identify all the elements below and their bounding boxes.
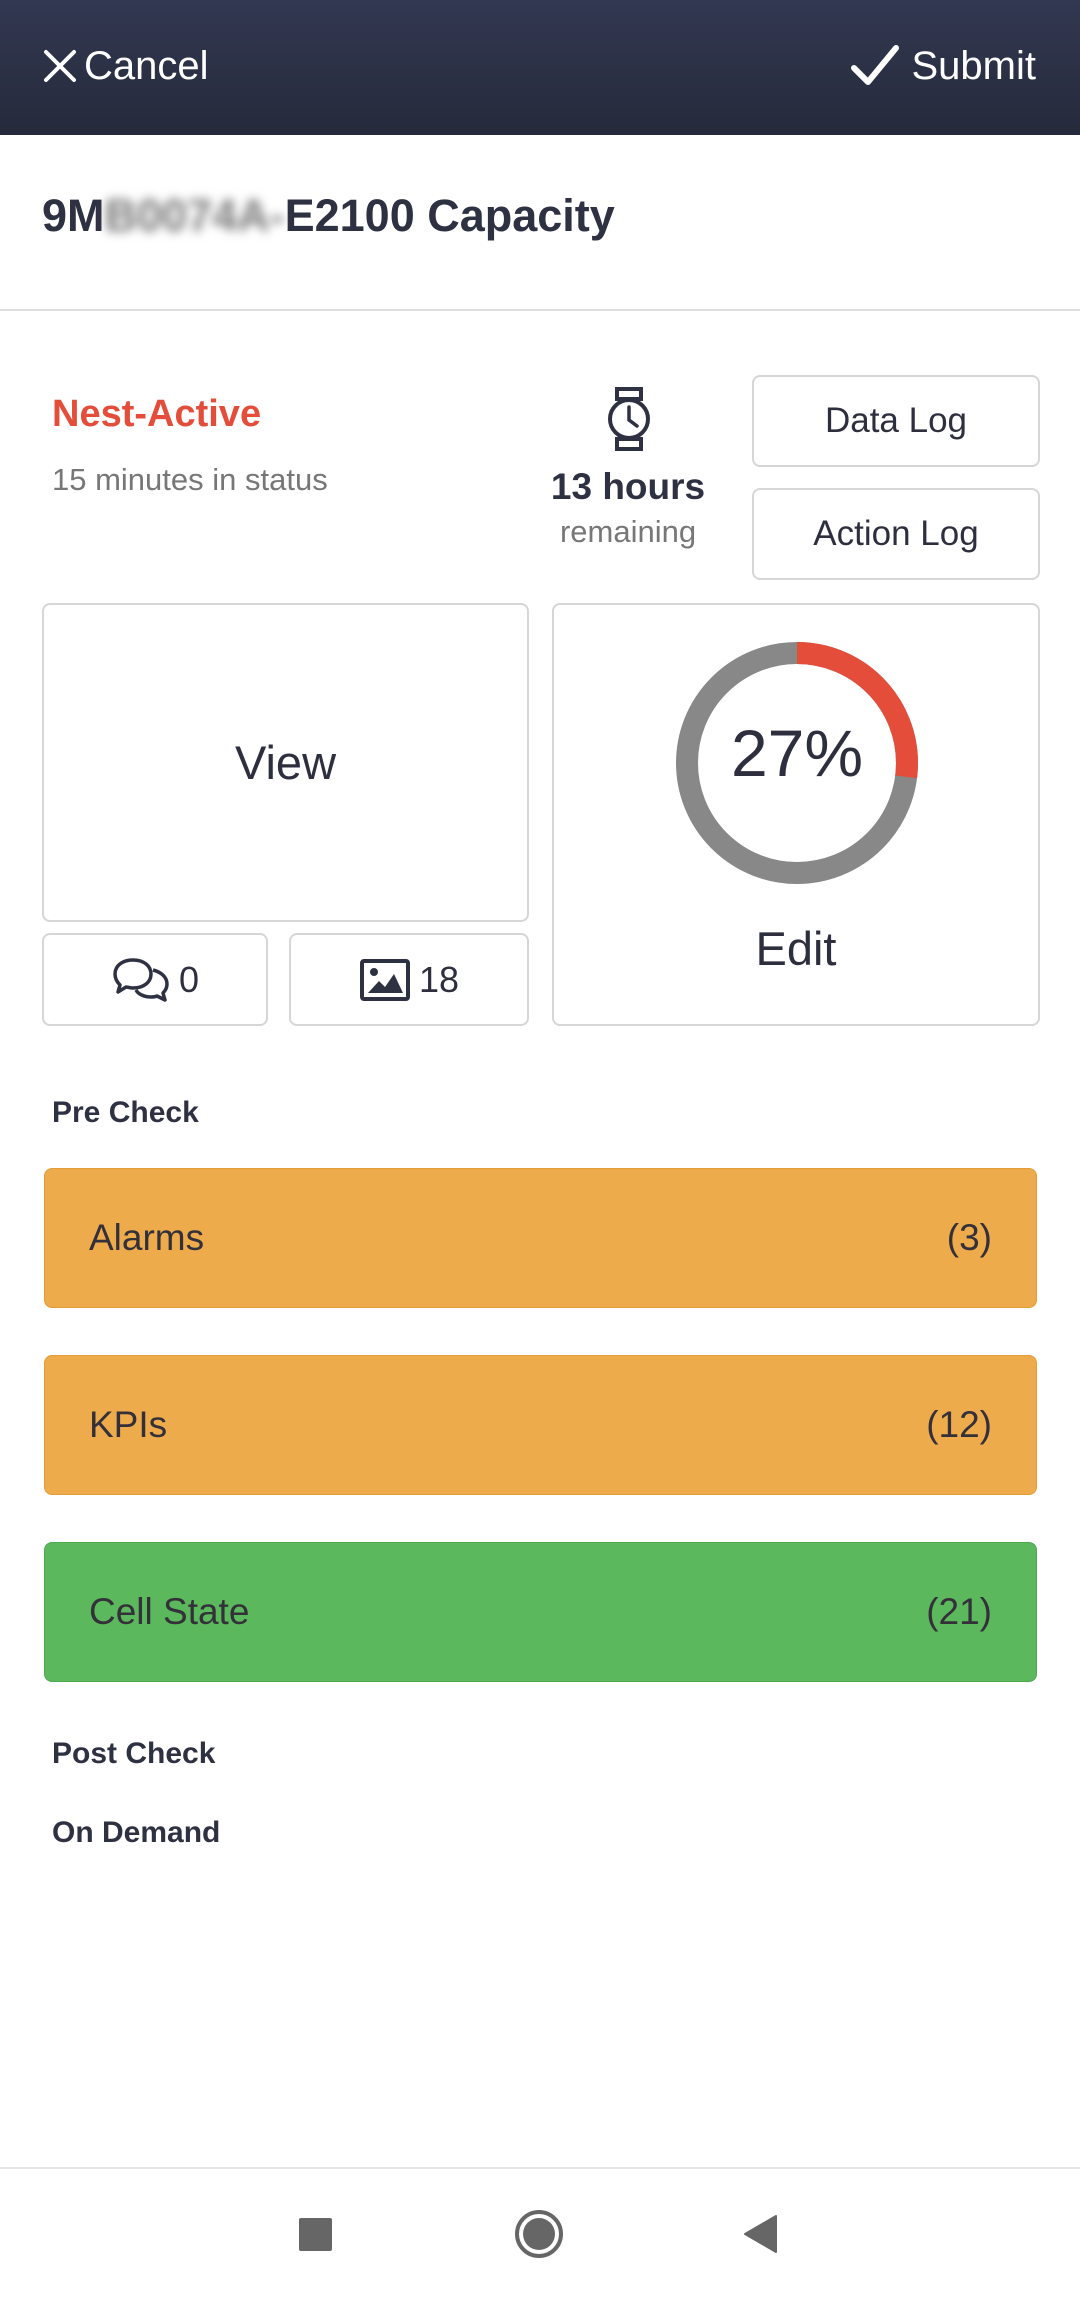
time-in-status: 15 minutes in status xyxy=(52,462,328,497)
check-label: Cell State xyxy=(89,1591,250,1632)
action-log-button[interactable]: Action Log xyxy=(752,488,1040,580)
time-remaining-value: 13 hours xyxy=(550,466,706,507)
check-alarms[interactable]: Alarms (3) xyxy=(44,1168,1037,1308)
nav-bar-divider xyxy=(0,2167,1080,2169)
close-icon xyxy=(44,50,76,82)
title-redacted: B0074A- xyxy=(104,190,285,241)
cancel-button[interactable]: Cancel xyxy=(42,38,209,94)
recents-square-icon[interactable] xyxy=(299,2218,332,2251)
data-log-label: Data Log xyxy=(824,401,968,440)
check-kpis[interactable]: KPIs (12) xyxy=(44,1355,1037,1495)
status-label: Nest-Active xyxy=(52,393,262,435)
comments-button[interactable]: 0 xyxy=(42,933,268,1026)
top-app-bar: Cancel Submit xyxy=(0,0,1080,135)
edit-progress-button[interactable]: 27% Edit xyxy=(552,603,1040,1026)
back-triangle-icon[interactable] xyxy=(742,2214,778,2254)
page-title: 9MB0074A-E2100 Capacity xyxy=(42,190,615,242)
pre-check-heading: Pre Check xyxy=(52,1096,199,1129)
check-cell-state[interactable]: Cell State (21) xyxy=(44,1542,1037,1682)
comments-count: 0 xyxy=(178,958,200,1000)
images-button[interactable]: 18 xyxy=(289,933,529,1026)
home-circle-icon[interactable] xyxy=(514,2209,564,2259)
images-count: 18 xyxy=(418,958,460,1000)
check-count: (12) xyxy=(926,1404,992,1445)
data-log-button[interactable]: Data Log xyxy=(752,375,1040,467)
check-count: (3) xyxy=(946,1217,992,1258)
title-prefix: 9M xyxy=(42,190,105,241)
check-count: (21) xyxy=(926,1591,992,1632)
view-label: View xyxy=(234,736,337,789)
on-demand-heading[interactable]: On Demand xyxy=(52,1816,220,1850)
check-label: KPIs xyxy=(89,1404,168,1445)
edit-label: Edit xyxy=(755,922,837,975)
checkmark-icon xyxy=(850,45,899,85)
progress-percent: 27% xyxy=(730,716,864,790)
time-remaining-caption: remaining xyxy=(559,514,697,549)
check-label: Alarms xyxy=(89,1217,205,1258)
submit-button[interactable]: Submit xyxy=(850,38,1037,94)
title-divider xyxy=(0,309,1080,311)
action-log-label: Action Log xyxy=(813,514,979,553)
watch-icon xyxy=(608,387,650,451)
comments-icon xyxy=(113,957,169,1002)
submit-label: Submit xyxy=(911,43,1037,88)
cancel-label: Cancel xyxy=(84,43,209,88)
image-icon xyxy=(359,958,410,1001)
post-check-heading[interactable]: Post Check xyxy=(52,1737,215,1771)
view-button[interactable]: View xyxy=(42,603,529,922)
title-suffix: E2100 Capacity xyxy=(284,190,615,241)
